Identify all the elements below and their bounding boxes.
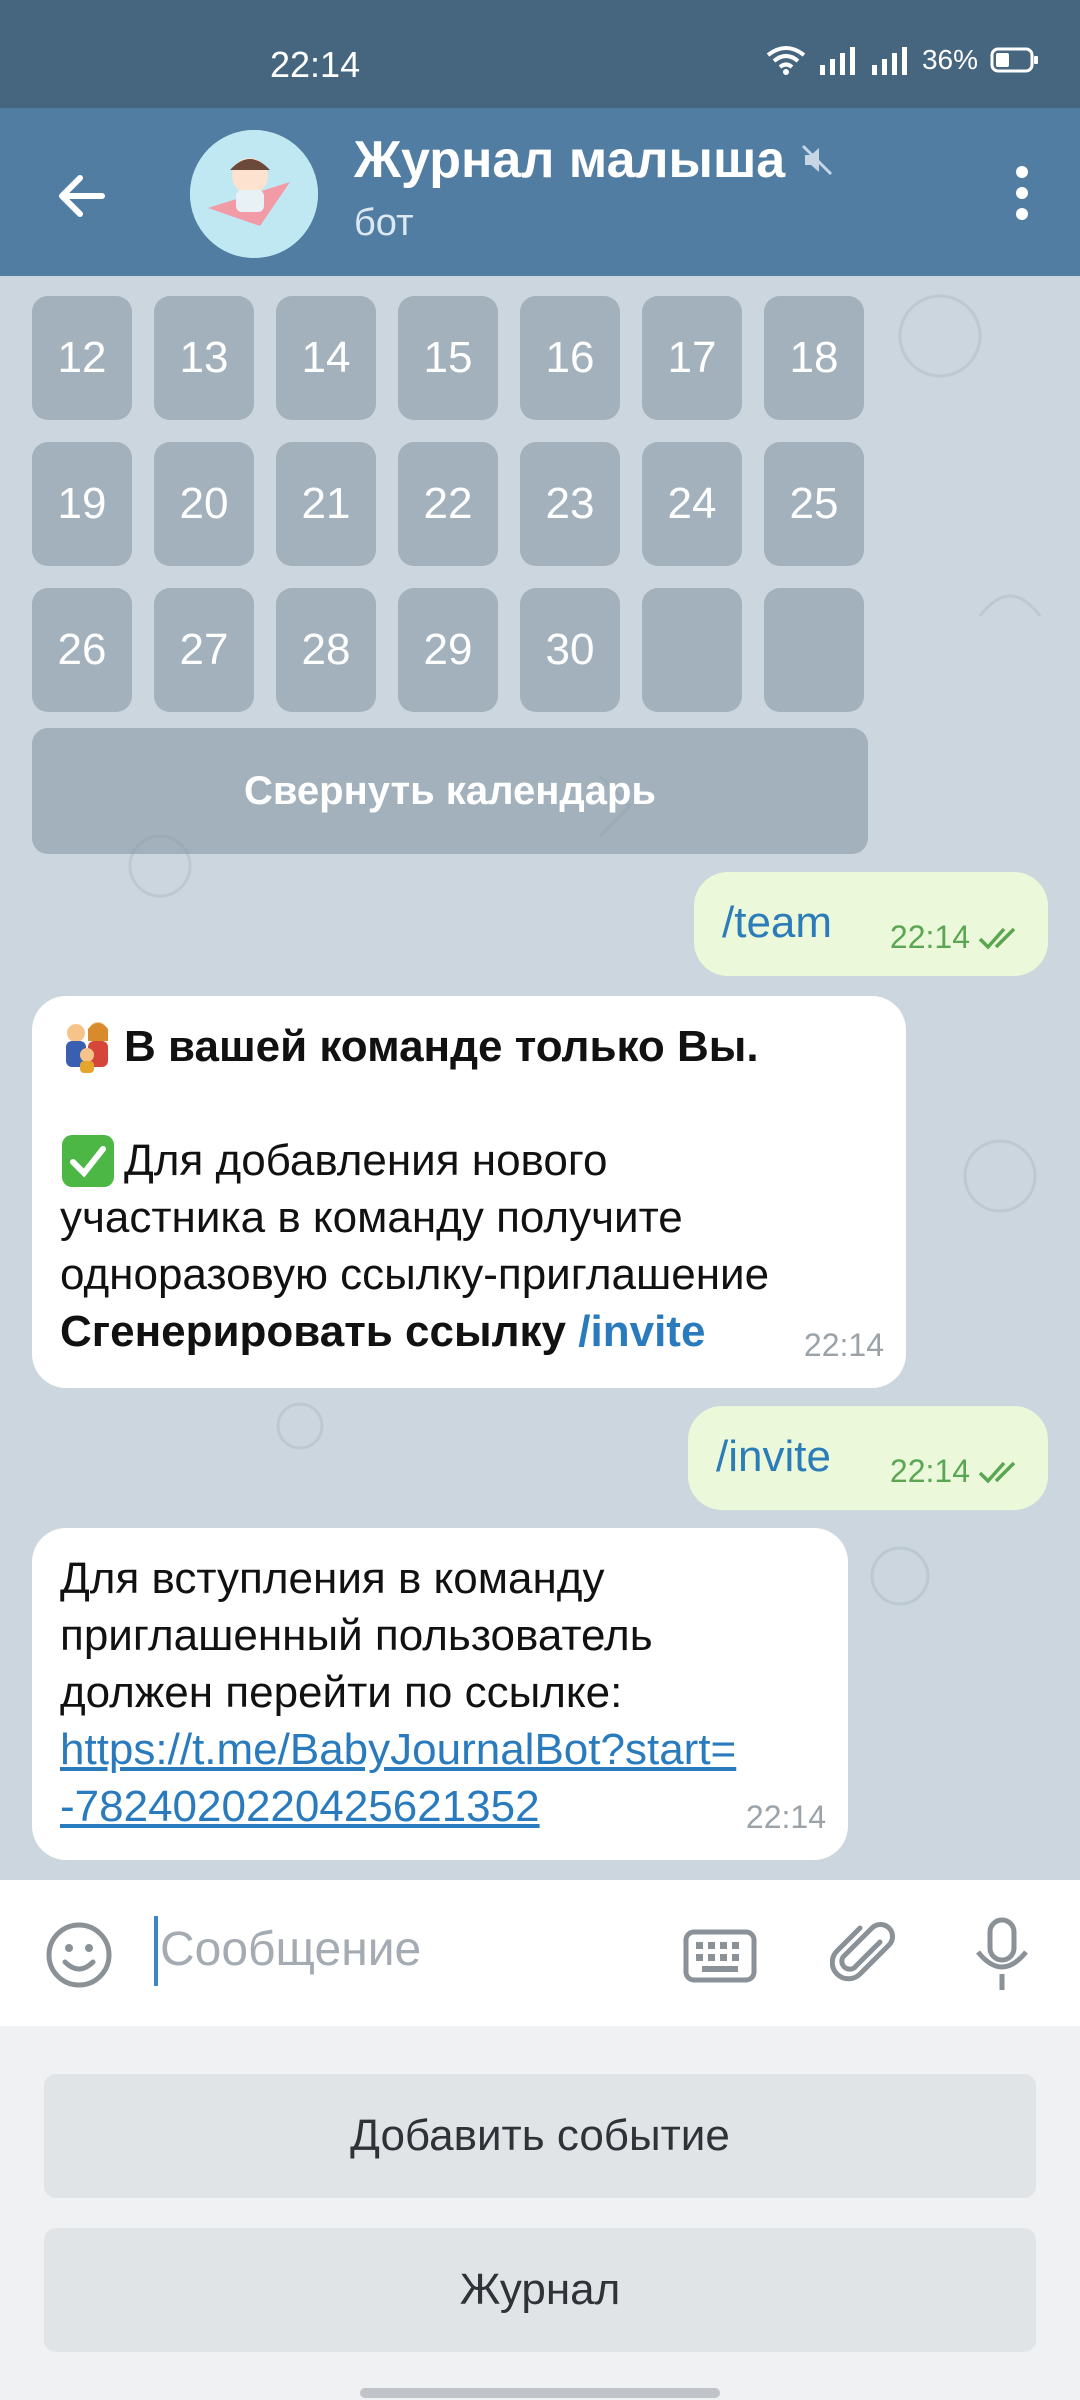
calendar-day[interactable]: 29	[398, 588, 498, 712]
wifi-icon	[766, 46, 806, 75]
journal-button[interactable]: Журнал	[44, 2228, 1036, 2352]
calendar-day[interactable]: 13	[154, 296, 254, 420]
outgoing-message[interactable]: /invite 22:14	[688, 1406, 1048, 1510]
calendar-row: 26 27 28 29 30	[32, 588, 864, 712]
calendar-day-empty[interactable]	[764, 588, 864, 712]
message-text-line: участника в команду получите	[60, 1193, 683, 1242]
inline-calendar: 12 13 14 15 16 17 18 19 20 21 22 23 24 2…	[32, 296, 864, 734]
calendar-day[interactable]: 22	[398, 442, 498, 566]
chat-area[interactable]: 12 13 14 15 16 17 18 19 20 21 22 23 24 2…	[0, 276, 1080, 1880]
incoming-message[interactable]: Для вступления в команду приглашенный по…	[32, 1528, 848, 1860]
calendar-day[interactable]: 24	[642, 442, 742, 566]
emoji-icon[interactable]	[44, 1920, 114, 1990]
message-input[interactable]: Сообщение	[160, 1922, 421, 1977]
calendar-row: 19 20 21 22 23 24 25	[32, 442, 864, 566]
status-bar: 22:14 36%	[0, 0, 1080, 108]
collapse-calendar-button[interactable]: Свернуть календарь	[32, 728, 868, 854]
message-time: 22:14	[745, 1799, 826, 1835]
muted-icon	[802, 144, 833, 176]
message-time: 22:14	[889, 919, 970, 955]
message-meta: 22:14	[890, 1443, 1026, 1500]
signal-icon	[819, 47, 855, 75]
invite-url-link[interactable]: https://t.me/BabyJournalBot?start=	[60, 1721, 736, 1778]
message-time: 22:14	[889, 1453, 970, 1489]
calendar-day[interactable]: 14	[276, 296, 376, 420]
attach-icon[interactable]	[830, 1920, 900, 1990]
chat-header: Журнал малыша бот	[0, 108, 1080, 276]
calendar-day[interactable]: 21	[276, 442, 376, 566]
message-text-line: приглашенный пользователь	[60, 1611, 653, 1660]
message-time: 22:14	[803, 1327, 884, 1363]
check-mark-emoji-icon	[62, 1134, 114, 1187]
calendar-day[interactable]: 19	[32, 442, 132, 566]
message-text: /invite	[716, 1432, 831, 1481]
bot-avatar[interactable]	[190, 130, 318, 258]
invite-url-link-continued[interactable]: -7824020220425621352	[60, 1778, 736, 1835]
team-status-text: В вашей команде только Вы.	[124, 1022, 759, 1071]
calendar-day[interactable]: 23	[520, 442, 620, 566]
message-text-line: должен перейти по ссылке:	[60, 1668, 623, 1717]
calendar-day[interactable]: 28	[276, 588, 376, 712]
message-meta: 22:14	[890, 909, 1026, 966]
chat-title: Журнал малыша	[354, 131, 786, 189]
more-vertical-icon[interactable]	[992, 158, 1052, 228]
calendar-day[interactable]: 27	[154, 588, 254, 712]
avatar-illustration	[190, 130, 318, 258]
calendar-day[interactable]: 26	[32, 588, 132, 712]
calendar-day-empty[interactable]	[642, 588, 742, 712]
message-input-bar: Сообщение	[0, 1880, 1080, 2026]
status-icons: 36%	[766, 44, 1040, 76]
calendar-day[interactable]: 30	[520, 588, 620, 712]
signal-icon-2	[871, 47, 907, 75]
message-text-line: одноразовую ссылку-приглашение	[60, 1250, 770, 1299]
chat-subtitle: бот	[354, 202, 414, 244]
calendar-day[interactable]: 16	[520, 296, 620, 420]
back-arrow-icon[interactable]	[52, 166, 112, 226]
incoming-message[interactable]: В вашей команде только Вы. Для добавлени…	[32, 996, 906, 1388]
message-body: В вашей команде только Вы. Для добавлени…	[60, 1018, 769, 1360]
double-check-icon	[978, 925, 1026, 951]
invite-command-link[interactable]: /invite	[578, 1307, 705, 1356]
bot-reply-keyboard: Добавить событие Журнал	[0, 2026, 1080, 2400]
calendar-day[interactable]: 15	[398, 296, 498, 420]
battery-icon	[990, 47, 1038, 73]
chat-title-group[interactable]: Журнал малыша	[354, 130, 835, 190]
outgoing-message[interactable]: /team 22:14	[694, 872, 1048, 976]
generate-link-label: Сгенерировать ссылку	[60, 1307, 567, 1356]
calendar-day[interactable]: 25	[764, 442, 864, 566]
battery-percent: 36%	[921, 44, 978, 75]
calendar-day[interactable]: 17	[642, 296, 742, 420]
message-text: /team	[722, 898, 833, 947]
message-text-line: Для добавления нового	[124, 1136, 608, 1185]
calendar-day[interactable]: 20	[154, 442, 254, 566]
status-time: 22:14	[270, 44, 361, 85]
calendar-row: 12 13 14 15 16 17 18	[32, 296, 864, 420]
double-check-icon	[978, 1461, 1016, 1484]
text-caret	[154, 1916, 158, 1986]
family-emoji-icon	[66, 1021, 108, 1073]
message-body: Для вступления в команду приглашенный по…	[60, 1550, 736, 1835]
message-text-line: Для вступления в команду	[60, 1554, 605, 1603]
calendar-day[interactable]: 12	[32, 296, 132, 420]
microphone-icon[interactable]	[970, 1916, 1034, 1994]
keyboard-icon[interactable]	[682, 1926, 758, 1986]
home-indicator[interactable]	[360, 2388, 720, 2398]
calendar-day[interactable]: 18	[764, 296, 864, 420]
add-event-button[interactable]: Добавить событие	[44, 2074, 1036, 2198]
